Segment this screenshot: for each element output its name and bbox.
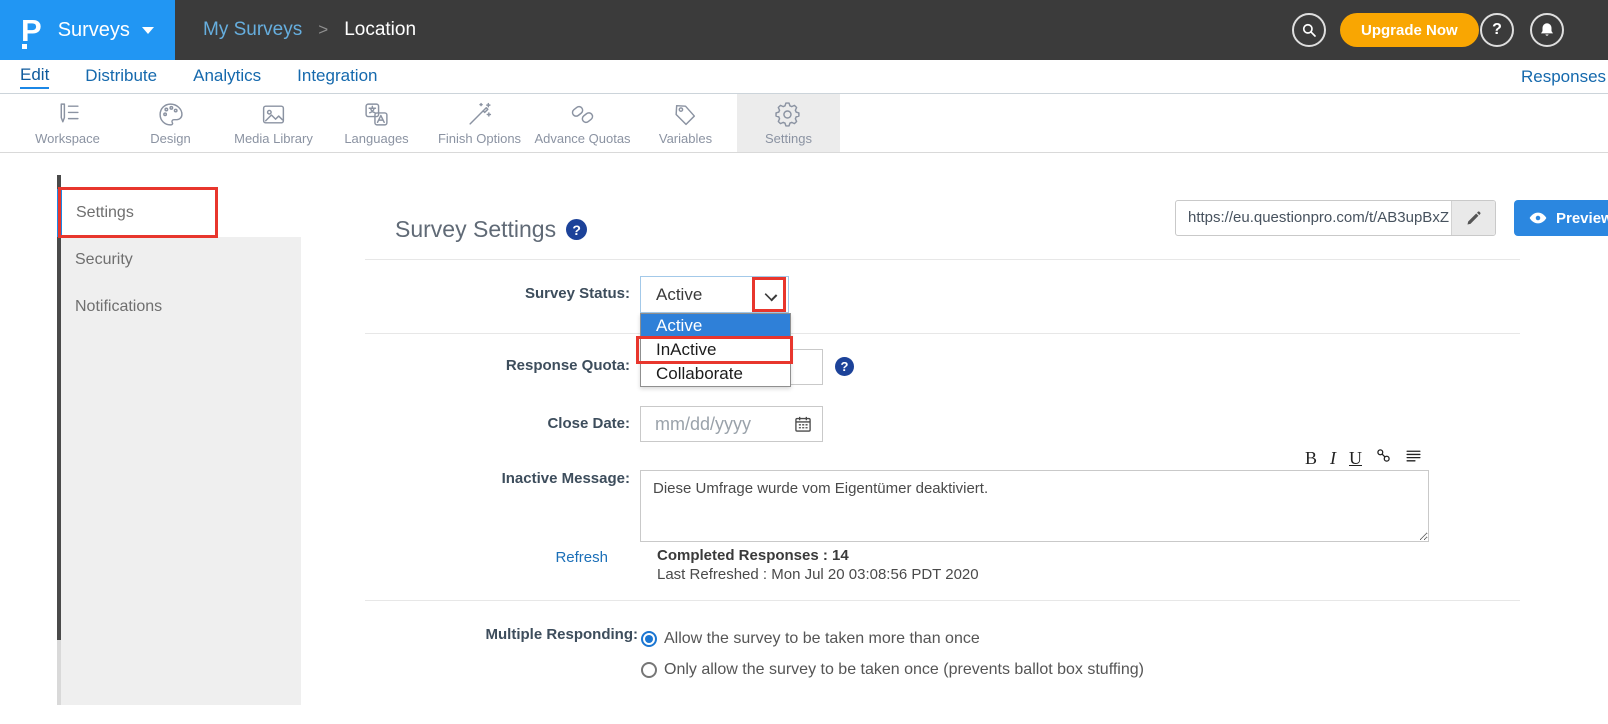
breadcrumb-my-surveys[interactable]: My Surveys <box>203 19 302 41</box>
dropdown-option-inactive[interactable]: InActive <box>641 338 790 362</box>
refresh-link[interactable]: Refresh <box>380 549 608 566</box>
app-window: P Surveys My Surveys > Location Upgrade … <box>0 0 1608 724</box>
inactive-message-textarea[interactable]: Diese Umfrage wurde vom Eigentümer deakt… <box>640 470 1429 542</box>
question-mark-icon: ? <box>1492 21 1502 39</box>
last-refreshed-text: Last Refreshed : Mon Jul 20 03:08:56 PDT… <box>657 566 979 583</box>
toolbar-item-advance-quotas[interactable]: Advance Quotas <box>531 94 634 152</box>
edit-url-button[interactable] <box>1451 201 1495 235</box>
close-date-label: Close Date: <box>380 415 630 432</box>
survey-status-label: Survey Status: <box>380 285 630 302</box>
response-quota-label: Response Quota: <box>380 357 630 374</box>
toolbar-item-variables[interactable]: Variables <box>634 94 737 152</box>
tab-distribute[interactable]: Distribute <box>85 66 157 88</box>
logo-dot <box>22 44 27 49</box>
survey-url-field[interactable]: https://eu.questionpro.com/t/AB3upBxZ <box>1175 200 1496 236</box>
underline-button[interactable]: U <box>1349 448 1362 469</box>
toolbar-item-finish-options[interactable]: Finish Options <box>428 94 531 152</box>
product-name: Surveys <box>58 19 130 42</box>
variables-icon <box>672 101 699 128</box>
questionpro-logo: P <box>21 15 42 46</box>
align-justify-icon <box>1405 447 1422 464</box>
align-justify-button[interactable] <box>1405 447 1422 469</box>
page-title: Survey Settings <box>395 216 556 243</box>
link-button[interactable] <box>1375 447 1392 469</box>
breadcrumb-current-survey: Location <box>344 19 416 41</box>
toolbar-item-languages[interactable]: Languages <box>325 94 428 152</box>
link-icon <box>1375 447 1392 464</box>
survey-url-text: https://eu.questionpro.com/t/AB3upBxZ <box>1176 201 1452 235</box>
sidebar-active-indicator <box>57 189 62 237</box>
media-library-icon <box>260 101 287 128</box>
toolbar-item-settings[interactable]: Settings <box>737 94 840 152</box>
multiple-responding-label: Multiple Responding: <box>380 626 638 643</box>
survey-nav-tabs: Edit Distribute Analytics Integration Re… <box>0 60 1608 94</box>
design-icon <box>157 101 184 128</box>
edit-toolbar: Workspace Design Media Library Languages… <box>0 94 1608 153</box>
tab-integration[interactable]: Integration <box>297 66 377 88</box>
toolbar-item-media-library[interactable]: Media Library <box>222 94 325 152</box>
divider <box>365 600 1520 601</box>
preview-button[interactable]: Preview <box>1514 200 1608 236</box>
completed-responses-text: Completed Responses : 14 <box>657 547 849 564</box>
dropdown-option-active[interactable]: Active <box>641 314 790 338</box>
radio-only-once-label: Only allow the survey to be taken once (… <box>664 661 1144 679</box>
pencil-icon <box>1465 210 1482 227</box>
format-toolbar: B I U <box>1240 447 1422 469</box>
bold-button[interactable]: B <box>1305 448 1317 469</box>
survey-status-select[interactable]: Active <box>640 276 789 313</box>
survey-settings-help-icon[interactable]: ? <box>566 219 587 240</box>
toolbar-item-workspace[interactable]: Workspace <box>16 94 119 152</box>
help-button[interactable]: ? <box>1480 13 1514 47</box>
response-quota-help-icon[interactable]: ? <box>835 357 854 376</box>
advance-quotas-icon <box>569 101 596 128</box>
finish-options-icon <box>466 101 493 128</box>
preview-label: Preview <box>1556 210 1608 227</box>
divider <box>365 259 1520 260</box>
italic-button[interactable]: I <box>1330 448 1336 469</box>
radio-allow-multiple-label: Allow the survey to be taken more than o… <box>664 630 980 648</box>
inactive-message-label: Inactive Message: <box>380 470 630 487</box>
bell-icon <box>1538 21 1556 39</box>
chevron-down-icon <box>142 27 154 34</box>
logo-letter: P <box>21 13 42 48</box>
divider <box>365 333 1520 334</box>
upgrade-now-button[interactable]: Upgrade Now <box>1340 13 1479 47</box>
product-switcher[interactable]: P Surveys <box>0 0 175 60</box>
breadcrumb-separator: > <box>318 20 328 40</box>
survey-status-value: Active <box>656 277 702 312</box>
dropdown-option-collaborate[interactable]: Collaborate <box>641 362 790 386</box>
sidebar-item-notifications[interactable]: Notifications <box>75 298 162 316</box>
sidebar-item-security[interactable]: Security <box>75 251 133 269</box>
languages-icon <box>363 101 390 128</box>
top-bar: P Surveys My Surveys > Location Upgrade … <box>0 0 1608 60</box>
toolbar-item-design[interactable]: Design <box>119 94 222 152</box>
sidebar-item-settings[interactable]: Settings <box>62 189 218 237</box>
responses-link[interactable]: Responses <box>1521 67 1606 87</box>
tab-edit[interactable]: Edit <box>20 65 49 89</box>
chevron-down-icon <box>765 289 778 302</box>
workspace-icon <box>54 101 81 128</box>
survey-status-dropdown: Active InActive Collaborate <box>640 313 791 387</box>
breadcrumb: My Surveys > Location <box>203 0 416 60</box>
search-icon <box>1300 21 1318 39</box>
settings-icon <box>775 101 802 128</box>
calendar-icon[interactable] <box>793 414 813 434</box>
eye-icon <box>1528 208 1548 228</box>
radio-only-once[interactable] <box>641 662 657 678</box>
notifications-button[interactable] <box>1530 13 1564 47</box>
settings-sidebar: Security Notifications <box>61 237 301 705</box>
radio-allow-multiple[interactable] <box>641 631 657 647</box>
tab-analytics[interactable]: Analytics <box>193 66 261 88</box>
search-button[interactable] <box>1292 13 1326 47</box>
